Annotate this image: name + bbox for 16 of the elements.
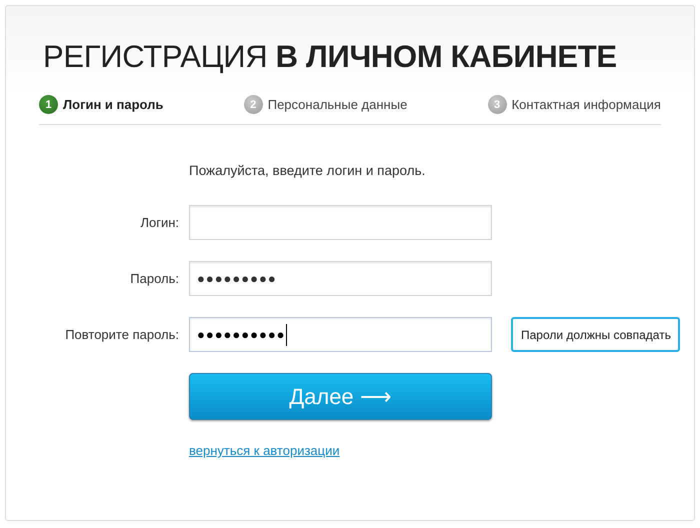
back-link[interactable]: вернуться к авторизации — [189, 443, 340, 458]
step-tab[interactable]: 1 Логин и пароль — [39, 95, 164, 114]
input-field[interactable]: ●●●●●●●●●● — [189, 317, 492, 352]
step-number: 1 — [39, 95, 58, 114]
field-label: Пароль: — [129, 271, 180, 286]
page-title: РЕГИСТРАЦИЯ В ЛИЧНОМ КАБИНЕТЕ — [43, 39, 618, 75]
field-label: Повторите пароль: — [64, 327, 180, 342]
step-tab[interactable]: 2 Персональные данные — [244, 95, 408, 114]
instruction-text: Пожалуйста, введите логин и пароль. — [189, 163, 426, 178]
input-field[interactable]: ●●●●●●●●● — [189, 261, 492, 296]
step-number: 2 — [244, 95, 263, 114]
step-number: 3 — [488, 95, 507, 114]
step-tab[interactable]: 3 Контактная информация — [488, 95, 661, 114]
error-tooltip: Пароли должны совпадать — [511, 317, 680, 352]
input-field[interactable] — [189, 205, 492, 240]
field-label: Логин: — [139, 215, 180, 230]
